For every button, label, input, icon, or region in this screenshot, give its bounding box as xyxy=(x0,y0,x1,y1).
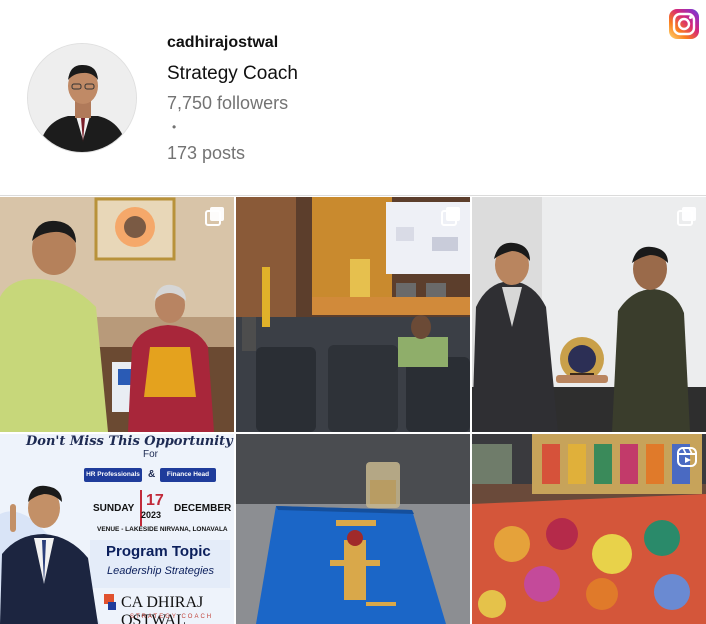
posts-count: 173 posts xyxy=(167,143,246,163)
profile-full-name: Strategy Coach xyxy=(167,63,298,84)
carousel-icon xyxy=(441,207,460,226)
carousel-icon xyxy=(205,207,224,226)
post-tile[interactable] xyxy=(472,434,706,624)
profile-username[interactable]: cadhirajostwal xyxy=(167,34,278,52)
followers-count[interactable]: 7,750 followers xyxy=(167,93,288,114)
post-tile[interactable] xyxy=(472,197,706,432)
header-divider xyxy=(0,195,706,196)
avatar[interactable] xyxy=(27,43,137,153)
promo-pill-hr: HR Professionals xyxy=(84,468,142,482)
promo-pill-finance: Finance Head xyxy=(160,468,216,482)
post-tile[interactable] xyxy=(0,197,234,432)
photo-icon xyxy=(236,434,470,624)
promo-headline: Don't Miss This Opportunity xyxy=(26,434,233,449)
promo-venue: VENUE - LAKESIDE NIRVANA, LONAVALA xyxy=(97,526,228,533)
photo-icon xyxy=(236,197,470,432)
promo-day: SUNDAY xyxy=(93,503,135,514)
post-tile[interactable] xyxy=(236,197,470,432)
photo-icon xyxy=(0,197,234,432)
post-tile[interactable] xyxy=(236,434,470,624)
instagram-icon[interactable] xyxy=(668,8,700,40)
promo-topic: Program Topic xyxy=(106,543,211,560)
promo-month: DECEMBER xyxy=(174,503,232,514)
separator-dot: • xyxy=(172,120,177,134)
profile-photo-icon xyxy=(28,44,136,152)
promo-for-label: For xyxy=(143,449,158,460)
promo-date: 17 xyxy=(146,492,164,509)
promo-topic-sub: Leadership Strategies xyxy=(107,565,215,577)
promo-brand-sub: STRATEGY COACH xyxy=(130,614,214,620)
reel-icon xyxy=(677,447,697,467)
photo-icon xyxy=(472,197,706,432)
post-tile-promo[interactable]: Don't Miss This Opportunity For HR Profe… xyxy=(0,434,234,624)
photo-icon xyxy=(472,434,706,624)
promo-year: 2023 xyxy=(141,510,162,520)
carousel-icon xyxy=(677,207,696,226)
promo-amp: & xyxy=(148,469,156,480)
profile-header: cadhirajostwal Strategy Coach 7,750 foll… xyxy=(0,0,706,195)
posts-grid: Don't Miss This Opportunity For HR Profe… xyxy=(0,197,706,624)
